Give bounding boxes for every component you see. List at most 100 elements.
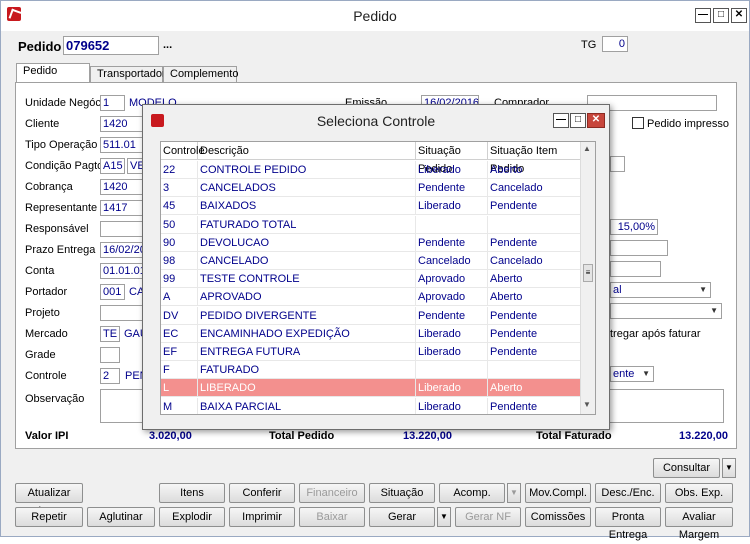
right-field-3[interactable] — [610, 261, 661, 277]
table-row[interactable]: EF ENTREGA FUTURA Liberado Pendente — [161, 343, 581, 361]
desc-enc-button[interactable]: Desc./Enc. — [595, 483, 661, 503]
percent-field[interactable]: 15,00% — [610, 219, 658, 235]
gerar-button[interactable]: Gerar — [369, 507, 435, 527]
minimize-icon[interactable]: — — [695, 8, 711, 23]
pedido-number-field[interactable]: 079652 — [63, 36, 159, 55]
tab-pedido[interactable]: Pedido — [16, 63, 90, 83]
representante-field[interactable]: 1417 — [100, 200, 145, 216]
table-row[interactable]: 45 BAIXADOS Liberado Pendente — [161, 197, 581, 216]
pedido-impresso-checkbox[interactable] — [632, 117, 644, 129]
avaliar-margem-button[interactable]: Avaliar Margem — [665, 507, 733, 541]
mov-compl-button[interactable]: Mov.Compl. — [525, 483, 591, 503]
obs-exp-button[interactable]: Obs. Exp. — [665, 483, 733, 503]
projeto-label: Projeto — [25, 307, 60, 319]
table-cell: FATURADO — [198, 361, 416, 380]
maximize-icon[interactable]: □ — [570, 113, 586, 128]
table-cell: 3 — [161, 179, 198, 198]
acomp-dropdown-icon[interactable]: ▼ — [507, 483, 521, 503]
prazo-label: Prazo Entrega — [25, 244, 96, 256]
unidade-field[interactable]: 1 — [100, 95, 125, 111]
controle-field[interactable]: 2 — [100, 368, 120, 384]
conferir-button[interactable]: Conferir — [229, 483, 295, 503]
tipo-operacao-field[interactable]: 511.01 — [100, 137, 145, 153]
maximize-icon[interactable]: □ — [713, 8, 729, 23]
mercado-field[interactable]: TE — [100, 326, 120, 342]
close-icon[interactable]: ✕ — [587, 113, 605, 128]
table-cell: LIBERADO — [198, 379, 416, 398]
grid-scrollbar[interactable]: ▲ ≡ ▼ — [580, 142, 595, 414]
consultar-dropdown-icon[interactable]: ▼ — [722, 458, 736, 478]
table-cell: 22 — [161, 161, 198, 179]
cobranca-field[interactable]: 1420 — [100, 179, 145, 195]
table-cell: Liberado — [416, 397, 488, 414]
table-row[interactable]: 3 CANCELADOS Pendente Cancelado — [161, 179, 581, 198]
col-controle[interactable]: Controle — [161, 142, 205, 160]
comissoes-button[interactable]: Comissões — [525, 507, 591, 527]
scroll-up-icon[interactable]: ▲ — [583, 144, 591, 153]
table-row[interactable]: L LIBERADO Liberado Aberto — [161, 379, 581, 398]
total-faturado-label: Total Faturado — [536, 430, 612, 442]
table-row[interactable]: DV PEDIDO DIVERGENTE Pendente Pendente — [161, 306, 581, 325]
table-cell: Aberto — [488, 379, 581, 398]
pedido-lookup-button[interactable]: ... — [163, 39, 172, 51]
title-bar: Pedido — □ ✕ — [1, 1, 749, 31]
aglutinar-button[interactable]: Aglutinar — [87, 507, 155, 527]
table-row[interactable]: 90 DEVOLUCAO Pendente Pendente — [161, 233, 581, 252]
consultar-button[interactable]: Consultar — [653, 458, 720, 478]
baixar-button[interactable]: Baixar — [299, 507, 365, 527]
right-select-1[interactable]: al ▼ — [610, 282, 711, 298]
table-row[interactable]: A APROVADO Aprovado Aberto — [161, 288, 581, 307]
right-select-3[interactable]: ente ▼ — [610, 366, 654, 382]
window-title: Pedido — [353, 8, 397, 24]
explodir-button[interactable]: Explodir — [159, 507, 225, 527]
tab-complemento[interactable]: Complemento — [163, 66, 238, 82]
cliente-field[interactable]: 1420 — [100, 116, 145, 132]
minimize-icon[interactable]: — — [553, 113, 569, 128]
table-row[interactable]: 22 CONTROLE PEDIDO Liberado Aberto — [161, 161, 581, 179]
table-row[interactable]: F FATURADO — [161, 361, 581, 380]
repetir-button[interactable]: Repetir — [15, 507, 83, 527]
pedido-window: Pedido — □ ✕ Pedido 079652 ... TG 0 Pedi… — [0, 0, 750, 541]
close-icon[interactable]: ✕ — [731, 8, 747, 23]
total-faturado-value: 13.220,00 — [679, 430, 728, 442]
scroll-down-icon[interactable]: ▼ — [583, 400, 591, 409]
grade-field[interactable] — [100, 347, 120, 363]
table-cell: F — [161, 361, 198, 380]
prazo-field[interactable]: 16/02/20 — [100, 242, 145, 258]
conta-field[interactable]: 01.01.01 — [100, 263, 145, 279]
tipo-operacao-label: Tipo Operação — [25, 139, 98, 151]
projeto-field[interactable] — [100, 305, 145, 321]
table-row[interactable]: 50 FATURADO TOTAL — [161, 215, 581, 234]
table-cell: BAIXADOS — [198, 197, 416, 216]
situacao-button[interactable]: Situação — [369, 483, 435, 503]
scroll-thumb[interactable]: ≡ — [583, 264, 593, 282]
portador-label: Portador — [25, 286, 68, 298]
col-situacao-item[interactable]: Situação Item Pedido — [488, 142, 581, 175]
gerar-nf-button[interactable]: Gerar NF — [455, 507, 521, 527]
gerar-dropdown-icon[interactable]: ▼ — [437, 507, 451, 527]
col-descricao[interactable]: Descrição — [198, 142, 416, 160]
responsavel-field[interactable] — [100, 221, 145, 237]
table-row[interactable]: 99 TESTE CONTROLE Aprovado Aberto — [161, 270, 581, 289]
financeiro-button[interactable]: Financeiro — [299, 483, 365, 503]
pronta-entrega-button[interactable]: Pronta Entrega — [595, 507, 661, 541]
tg-field[interactable]: 0 — [602, 36, 628, 52]
table-cell: Pendente — [488, 306, 581, 325]
acomp-button[interactable]: Acomp. — [439, 483, 505, 503]
itens-button[interactable]: Itens — [159, 483, 225, 503]
col-situacao-pedido[interactable]: Situação Pedido — [416, 142, 488, 175]
table-row[interactable]: EC ENCAMINHADO EXPEDIÇÃO Liberado Pendente — [161, 324, 581, 343]
table-cell: Aprovado — [416, 288, 488, 307]
imprimir-button[interactable]: Imprimir — [229, 507, 295, 527]
right-select-2[interactable]: ▼ — [610, 303, 722, 319]
table-row[interactable]: 98 CANCELADO Cancelado Cancelado — [161, 252, 581, 270]
right-field-1[interactable] — [610, 156, 625, 172]
tab-transportadora[interactable]: Transportadora — [90, 66, 172, 82]
atualizar-imp-button[interactable]: Atualizar Imp. — [15, 483, 83, 517]
portador-field[interactable]: 001 — [100, 284, 125, 300]
right-field-2[interactable] — [610, 240, 668, 256]
table-row[interactable]: M BAIXA PARCIAL Liberado Pendente — [161, 397, 581, 414]
table-cell — [416, 215, 488, 234]
condicao-field[interactable]: A15 — [100, 158, 125, 174]
table-cell: M — [161, 397, 198, 414]
